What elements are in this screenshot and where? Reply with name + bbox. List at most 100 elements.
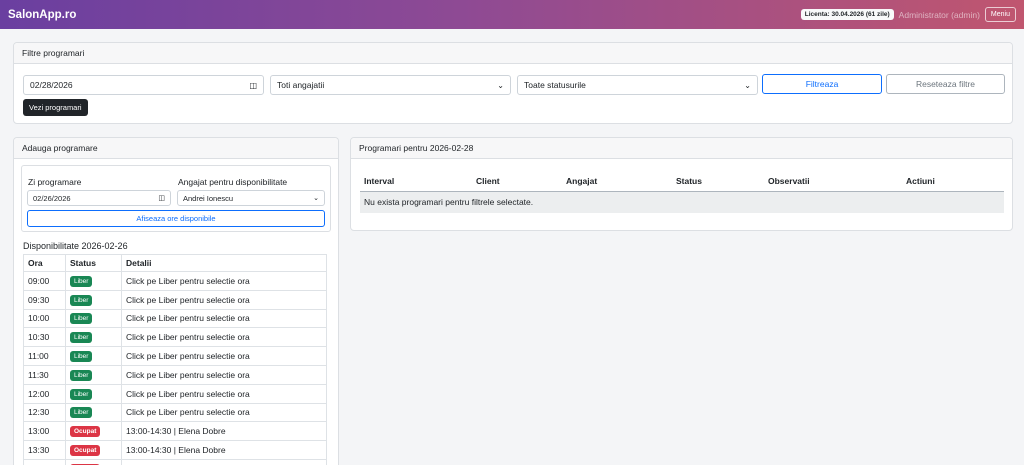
appointments-list-card: Programari pentru 2026-02-28 Interval Cl… (350, 137, 1013, 231)
filter-employee-value: Toti angajatii (277, 80, 325, 90)
status-badge[interactable]: Liber (70, 351, 93, 363)
reset-filters-button[interactable]: Reseteaza filtre (886, 74, 1005, 94)
status-badge: Ocupat (70, 445, 101, 457)
availability-header-row: Ora Status Detalii (23, 254, 327, 272)
filter-date-value: 02/28/2026 (30, 80, 73, 90)
slot-details: 13:00-14:30 | Elena Dobre (121, 421, 327, 442)
filter-status-value: Toate statusurile (524, 80, 586, 90)
filter-status-select[interactable]: Toate statusurile ⌄ (517, 75, 758, 95)
col-header-status: Status (65, 254, 122, 272)
brand-logo[interactable]: SalonApp.ro (8, 9, 76, 21)
slot-status-cell: Liber (65, 346, 122, 366)
availability-row: 10:30 Liber Click pe Liber pentru selectie… (23, 327, 327, 348)
slot-time: 12:30 (23, 402, 66, 423)
availability-row: 14:00Ocupat13:00-14:30 | Elena Dobre (23, 458, 327, 465)
slot-time: 11:00 (23, 346, 66, 366)
empty-message: Nu exista programari pentru filtrele sel… (360, 191, 1004, 213)
slot-time: 09:30 (23, 289, 66, 310)
navbar-right: Licenta: 30.04.2026 (61 zile) Administra… (800, 7, 1016, 22)
status-badge: Ocupat (70, 426, 101, 438)
availability-row: 11:30 Liber Click pe Liber pentru selectie… (23, 364, 327, 385)
day-input[interactable]: 02/26/2026 ◫ (27, 190, 171, 206)
availability-row: 13:30 Ocupat 13:00-14:30 | Elena Dobre (23, 440, 327, 460)
user-label: Administrator (admin) (898, 9, 980, 20)
availability-row: 11:00 Liber Click pe Liber pentru selectie… (23, 346, 327, 366)
slot-time: 13:00 (23, 421, 66, 442)
add-appointment-title: Adauga programare (14, 138, 338, 159)
slot-details: Click pe Liber pentru selectie ora (121, 383, 327, 404)
slot-details: Click pe Liber pentru selectie ora (121, 308, 327, 329)
col-header-notes: Observatii (764, 171, 902, 192)
chevron-down-icon: ⌄ (497, 80, 504, 90)
slot-status-cell: Liber (65, 308, 122, 329)
employee-value: Andrei Ionescu (183, 193, 234, 203)
filter-button[interactable]: Filtreaza (762, 74, 882, 94)
appointments-table: Interval Client Angajat Status Observati… (360, 171, 1004, 213)
availability-row: 13:00 Ocupat 13:00-14:30 | Elena Dobre (23, 421, 327, 442)
empty-row: Nu exista programari pentru filtrele sel… (360, 191, 1004, 213)
col-header-status: Status (672, 171, 764, 192)
slot-details: Click pe Liber pentru selectie ora (121, 327, 327, 348)
chevron-down-icon: ⌄ (744, 80, 751, 90)
add-appointment-card: Adauga programare Zi programare Angajat … (13, 137, 339, 465)
status-badge[interactable]: Liber (70, 388, 93, 400)
status-badge[interactable]: Liber (70, 313, 93, 325)
add-appointment-form: Zi programare Angajat pentru disponibili… (21, 165, 331, 232)
slot-time: 09:00 (23, 271, 66, 291)
slot-details: 13:00-14:30 | Elena Dobre (121, 458, 327, 465)
license-badge: Licenta: 30.04.2026 (61 zile) (800, 9, 894, 20)
availability-title: Disponibilitate 2026-02-26 (23, 241, 128, 251)
slot-status-cell: Liber (65, 383, 122, 404)
col-header-actions: Actiuni (902, 171, 1004, 192)
filter-date-input[interactable]: 02/28/2026 ◫ (23, 75, 264, 95)
col-header-client: Client (472, 171, 562, 192)
availability-row: 09:00 Liber Click pe Liber pentru selectie… (23, 271, 327, 291)
employee-label: Angajat pentru disponibilitate (178, 177, 288, 187)
col-header-time: Ora (23, 254, 66, 272)
slot-details: Click pe Liber pentru selectie ora (121, 271, 327, 291)
slot-details: Click pe Liber pentru selectie ora (121, 289, 327, 310)
availability-row: 09:30 Liber Click pe Liber pentru selectie… (23, 289, 327, 310)
day-value: 02/26/2026 (33, 193, 71, 203)
slot-time: 10:30 (23, 327, 66, 348)
status-badge[interactable]: Liber (70, 332, 93, 344)
slot-status-cell: Ocupat (65, 440, 122, 460)
slot-details: Click pe Liber pentru selectie ora (121, 364, 327, 385)
status-badge[interactable]: Liber (70, 407, 93, 419)
status-badge[interactable]: Liber (70, 275, 93, 287)
chevron-down-icon: ⌄ (313, 195, 319, 202)
status-badge[interactable]: Liber (70, 294, 93, 306)
availability-row: 12:30 Liber Click pe Liber pentru selectie… (23, 402, 327, 423)
show-available-hours-button[interactable]: Afiseaza ore disponibile (27, 210, 325, 227)
calendar-icon: ◫ (249, 80, 257, 90)
availability-row: 12:00 Liber Click pe Liber pentru selectie… (23, 383, 327, 404)
slot-time: 10:00 (23, 308, 66, 329)
filters-title: Filtre programari (14, 43, 1012, 64)
slot-time: 14:00 (23, 458, 66, 465)
appointments-header-row: Interval Client Angajat Status Observati… (360, 171, 1004, 192)
col-header-details: Detalii (121, 254, 327, 272)
status-badge[interactable]: Liber (70, 369, 93, 381)
slot-details: 13:00-14:30 | Elena Dobre (121, 440, 327, 460)
slot-status-cell: Liber (65, 364, 122, 385)
availability-row: 10:00 Liber Click pe Liber pentru selectie… (23, 308, 327, 329)
view-appointments-button[interactable]: Vezi programari (23, 99, 88, 116)
slot-time: 12:00 (23, 383, 66, 404)
slot-status-cell: Ocupat (65, 421, 122, 442)
availability-table: Ora Status Detalii 09:00 Liber Click pe Li… (23, 254, 327, 465)
slot-details: Click pe Liber pentru selectie ora (121, 346, 327, 366)
appointments-list-title: Programari pentru 2026-02-28 (351, 138, 1012, 159)
filters-card: Filtre programari 02/28/2026 ◫ Toti anga… (13, 42, 1013, 124)
col-header-employee: Angajat (562, 171, 672, 192)
employee-select[interactable]: Andrei Ionescu ⌄ (177, 190, 325, 206)
calendar-icon: ◫ (158, 195, 165, 202)
filter-employee-select[interactable]: Toti angajatii ⌄ (270, 75, 511, 95)
slot-time: 13:30 (23, 440, 66, 460)
col-header-interval: Interval (360, 171, 472, 192)
slot-status-cell: Liber (65, 402, 122, 423)
day-label: Zi programare (28, 177, 82, 187)
slot-status-cell: Ocupat (65, 458, 122, 465)
slot-time: 11:30 (23, 364, 66, 385)
menu-button[interactable]: Meniu (984, 7, 1016, 22)
slot-status-cell: Liber (65, 327, 122, 348)
